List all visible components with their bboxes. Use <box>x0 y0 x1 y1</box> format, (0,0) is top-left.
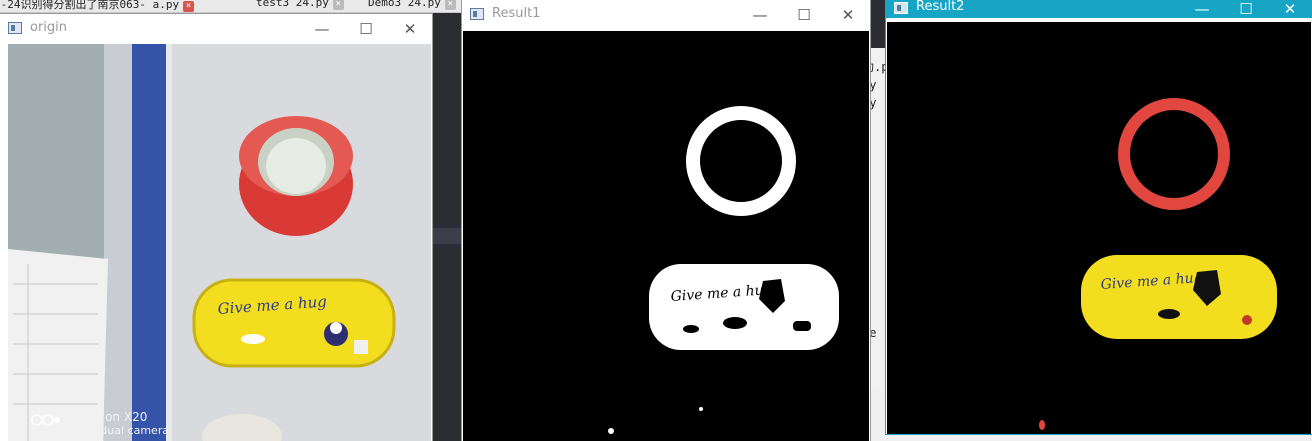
camera-watermark: Shot on X20 vivo dual camera <box>31 410 170 437</box>
editor-tab[interactable]: test3 24.py × <box>256 0 344 12</box>
close-button[interactable]: ✕ <box>388 16 432 42</box>
tape-roll <box>239 116 353 236</box>
window-title: Result1 <box>492 6 541 21</box>
result2-window: Result2 — ☐ ✕ Give me a hug <box>886 0 1312 434</box>
window-title: Result2 <box>916 0 965 14</box>
mask-case <box>649 264 839 350</box>
editor-tab[interactable]: 3-24识别得分割出了南京063- a.py × <box>0 0 195 12</box>
segmented-case <box>1081 255 1277 339</box>
watermark-line-2: vivo dual camera <box>74 424 170 437</box>
window-title: origin <box>30 20 68 35</box>
minimize-button[interactable]: — <box>300 16 344 42</box>
tab-label: Demo3 24.py <box>368 0 441 9</box>
camera-logo-icon <box>31 414 60 426</box>
title-bar[interactable]: Result2 — ☐ ✕ <box>886 0 1312 18</box>
title-bar[interactable]: Result1 — ☐ ✕ <box>462 0 870 30</box>
minimize-button[interactable]: — <box>1180 0 1224 22</box>
image-canvas: Give me a hug Shot on X20 vivo dual came… <box>8 44 431 441</box>
maximize-button[interactable]: ☐ <box>782 2 826 28</box>
close-button[interactable]: ✕ <box>826 2 870 28</box>
maximize-button[interactable]: ☐ <box>344 16 388 42</box>
close-button[interactable]: ✕ <box>1268 0 1312 22</box>
tab-label: test3 24.py <box>256 0 329 9</box>
close-icon[interactable]: × <box>332 0 344 10</box>
yellow-case: Give me a hug <box>192 278 396 368</box>
segmented-canvas: Give me a hug <box>887 22 1311 434</box>
segmented-image: Give me a hug <box>887 22 1311 434</box>
binary-mask: Give me a hug <box>463 31 869 441</box>
close-icon[interactable]: × <box>183 1 195 12</box>
ide-panel-fragment <box>430 228 464 244</box>
photo-scene: Give me a hug <box>8 44 431 441</box>
editor-tab[interactable]: Demo3 24.py × <box>368 0 456 12</box>
close-icon[interactable]: × <box>444 0 456 10</box>
origin-window: origin — ☐ ✕ Give me a hug Shot on X20 v… <box>0 14 432 441</box>
tab-label: 3-24识别得分割出了南京063- a.py <box>0 0 180 11</box>
mask-canvas: Give me a hug <box>463 31 869 441</box>
minimize-button[interactable]: — <box>738 2 782 28</box>
watermark-line-1: Shot on X20 <box>74 410 148 424</box>
blue-strip <box>132 44 166 441</box>
maximize-button[interactable]: ☐ <box>1224 0 1268 22</box>
app-icon <box>8 22 22 34</box>
app-icon <box>894 2 908 14</box>
app-icon <box>470 8 484 20</box>
result1-window: Result1 — ☐ ✕ Give me a hug <box>462 0 870 441</box>
editor-tab-bar: 3-24识别得分割出了南京063- a.py × test3 24.py × Dem… <box>0 0 470 13</box>
title-bar[interactable]: origin — ☐ ✕ <box>0 14 432 44</box>
